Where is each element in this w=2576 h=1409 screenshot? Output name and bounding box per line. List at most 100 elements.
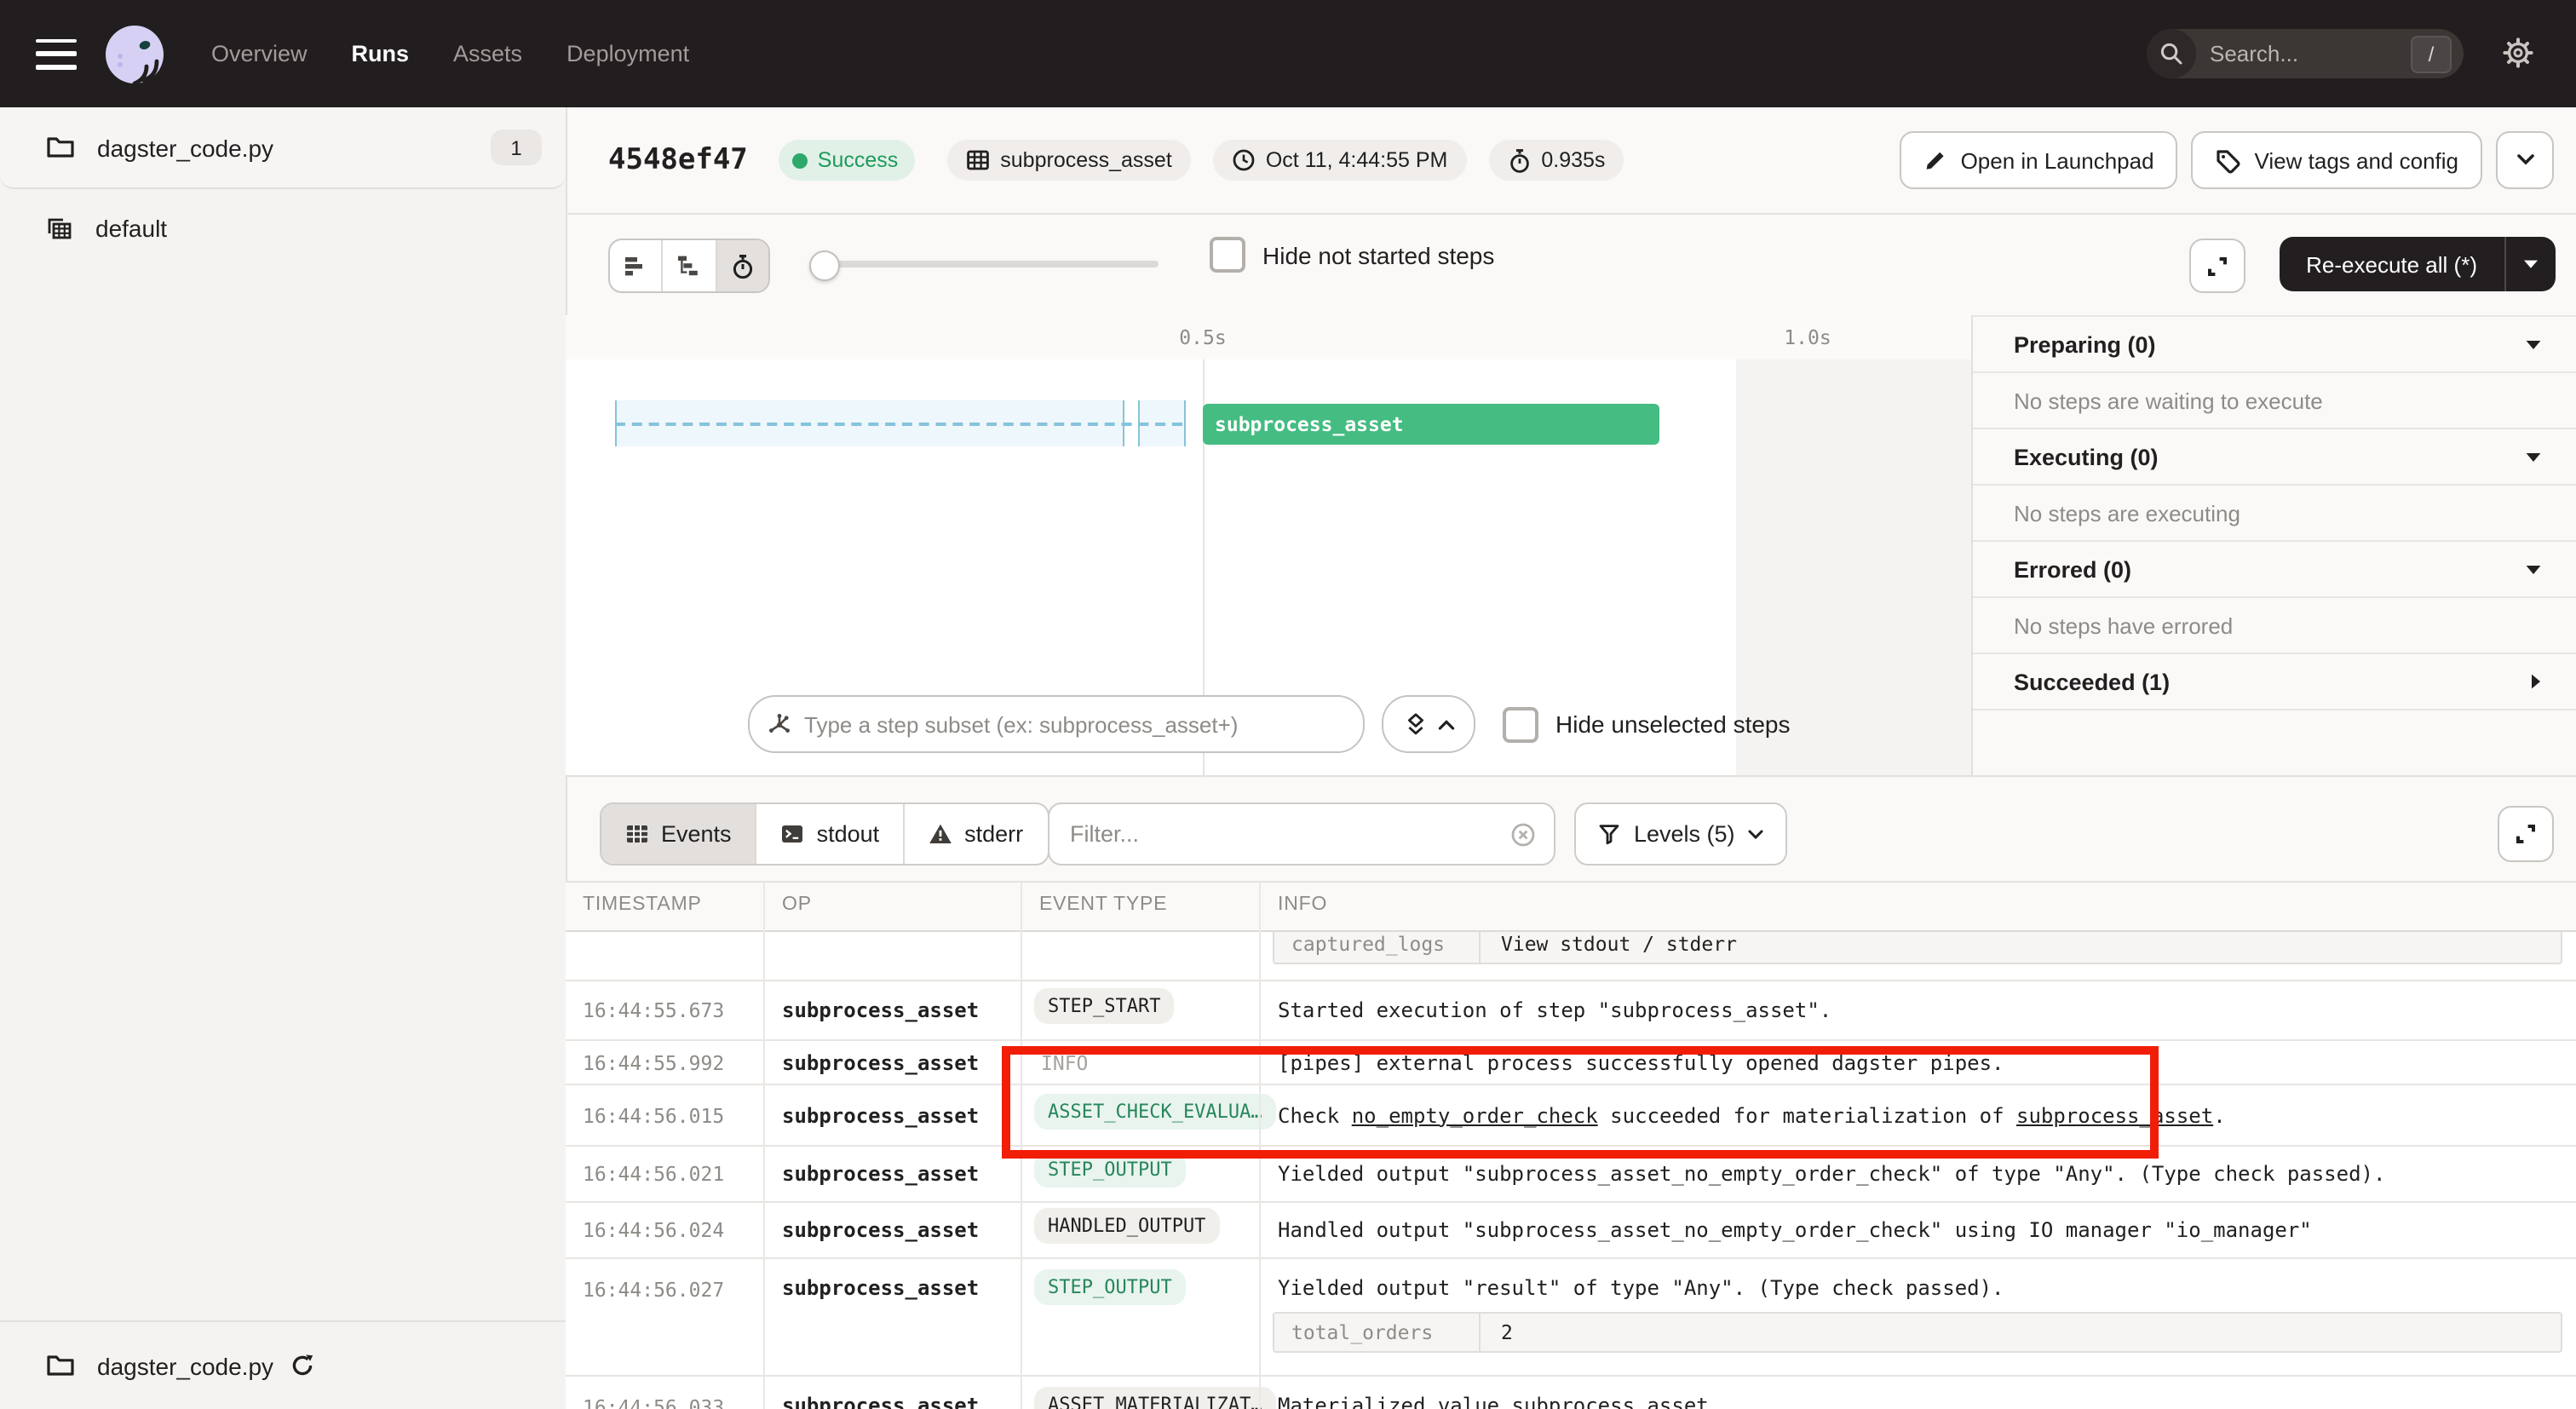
chevron-down-icon xyxy=(2516,153,2534,167)
log-op-name[interactable]: subprocess_asset xyxy=(782,1103,979,1127)
event-type-badge: STEP_START xyxy=(1034,988,1174,1024)
sidebar-item-code-location[interactable]: dagster_code.py 1 xyxy=(0,107,566,189)
log-op-name[interactable]: subprocess_asset xyxy=(782,1218,979,1242)
hamburger-menu-icon[interactable] xyxy=(36,38,77,69)
tick-0-5s: 0.5s xyxy=(1179,325,1226,349)
hide-not-started-checkbox[interactable] xyxy=(1210,237,1245,273)
nav-tab-runs[interactable]: Runs xyxy=(352,41,410,66)
code-location-name: dagster_code.py xyxy=(97,134,491,161)
log-op-name[interactable]: subprocess_asset xyxy=(782,1394,979,1409)
sidebar-footer-code-location: dagster_code.py xyxy=(0,1320,566,1409)
log-op-name[interactable]: subprocess_asset xyxy=(782,1162,979,1186)
log-row[interactable]: 16:44:56.021subprocess_assetSTEP_OUTPUTY… xyxy=(566,1147,2576,1203)
gantt-view-toggle xyxy=(608,239,770,293)
log-row[interactable]: 16:44:55.673subprocess_assetSTEP_STARTSt… xyxy=(566,981,2576,1041)
status-section-title: Preparing (0) xyxy=(2014,331,2525,357)
stopwatch-icon xyxy=(731,253,755,279)
run-tag-stopwatch[interactable]: 0.935s xyxy=(1488,140,1624,181)
metadata-value: 2 xyxy=(1481,1314,1533,1351)
clock-icon xyxy=(1232,148,1256,172)
gantt-chart[interactable]: subprocess_asset Hide unselected steps xyxy=(566,359,1971,777)
run-more-actions-button[interactable] xyxy=(2496,131,2554,189)
run-tag-label: 0.935s xyxy=(1541,148,1605,172)
step-subset-input[interactable] xyxy=(792,710,1363,739)
reexecute-dropdown-button[interactable] xyxy=(2506,259,2556,269)
col-op: OP xyxy=(782,894,812,915)
gantt-step-bar-label: subprocess_asset xyxy=(1203,412,1404,436)
event-log-header: TIMESTAMP OP EVENT TYPE INFO xyxy=(566,883,2576,932)
step-subset-row: Hide unselected steps xyxy=(566,695,1971,753)
log-event-type: STEP_OUTPUT xyxy=(1034,1269,1186,1314)
code-location-sidebar: dagster_code.py 1 default dagster_code.p… xyxy=(0,107,567,1409)
folder-icon xyxy=(46,1353,75,1378)
filter-clear-icon[interactable] xyxy=(1509,820,1537,848)
view-tags-config-button[interactable]: View tags and config xyxy=(2192,131,2482,189)
nav-tab-deployment[interactable]: Deployment xyxy=(566,41,689,66)
run-id[interactable]: 4548ef47 xyxy=(608,143,748,177)
open-in-launchpad-button[interactable]: Open in Launchpad xyxy=(1900,131,2178,189)
status-label: Success xyxy=(818,148,899,172)
top-nav: Overview Runs Assets Deployment / xyxy=(0,0,2576,107)
search-box[interactable]: / xyxy=(2147,29,2464,78)
caret-down-icon xyxy=(2525,563,2542,575)
info-text: Yielded output "subprocess_asset_no_empt… xyxy=(1278,1162,2385,1186)
column-divider xyxy=(1259,883,1261,1409)
log-row[interactable]: 16:44:56.027subprocess_assetSTEP_OUTPUTY… xyxy=(566,1259,2576,1377)
log-timestamp: 16:44:56.027 xyxy=(583,1278,724,1302)
info-text: Materialized value subprocess_asset. xyxy=(1278,1394,1721,1409)
view-waterfall-button[interactable] xyxy=(664,240,717,291)
info-link[interactable]: no_empty_order_check xyxy=(1352,1103,1598,1127)
stopwatch-icon xyxy=(1507,147,1531,173)
collapse-steps-button[interactable] xyxy=(1382,695,1475,753)
run-header: 4548ef47 Success subprocess_asset Oct 11,… xyxy=(566,107,2576,215)
nav-tab-overview[interactable]: Overview xyxy=(211,41,308,66)
view-timed-button[interactable] xyxy=(716,240,768,291)
info-link[interactable]: subprocess_asset xyxy=(2016,1103,2213,1127)
status-section-preparing[interactable]: Preparing (0) xyxy=(1973,317,2576,373)
log-fullscreen-button[interactable] xyxy=(2498,806,2554,862)
hide-unselected-checkbox[interactable] xyxy=(1503,706,1538,742)
log-row[interactable]: 16:44:56.024subprocess_assetHANDLED_OUTP… xyxy=(566,1203,2576,1259)
log-op-name[interactable]: subprocess_asset xyxy=(782,1050,979,1074)
gear-icon[interactable] xyxy=(2503,37,2533,68)
dagster-logo-icon[interactable] xyxy=(102,21,167,86)
log-op-name[interactable]: subprocess_asset xyxy=(782,998,979,1022)
gantt-toolbar: Hide not started steps Re-execute all (*… xyxy=(566,213,2576,315)
log-row[interactable]: captured_logsView stdout / stderr xyxy=(566,932,2576,981)
gantt-step-bar[interactable]: subprocess_asset xyxy=(1203,404,1659,445)
tag-icon xyxy=(2216,147,2241,173)
log-tab-events[interactable]: Events xyxy=(601,804,757,864)
status-section-errored[interactable]: Errored (0) xyxy=(1973,542,2576,598)
log-info: Started execution of step "subprocess_as… xyxy=(1278,998,2562,1022)
status-section-succeeded[interactable]: Succeeded (1) xyxy=(1973,654,2576,710)
log-tab-stdout[interactable]: stdout xyxy=(757,804,906,864)
levels-filter-button[interactable]: Levels (5) xyxy=(1574,802,1788,866)
nav-tab-assets[interactable]: Assets xyxy=(453,41,522,66)
event-type-badge: INFO xyxy=(1034,1050,1088,1074)
reexecute-all-button[interactable]: Re-execute all (*) xyxy=(2279,237,2556,291)
status-empty-row: No steps have errored xyxy=(1973,598,2576,654)
log-tab-stderr[interactable]: stderr xyxy=(905,804,1047,864)
status-section-executing[interactable]: Executing (0) xyxy=(1973,429,2576,486)
view-flat-button[interactable] xyxy=(610,240,664,291)
event-type-badge: STEP_OUTPUT xyxy=(1034,1269,1186,1305)
reload-icon[interactable] xyxy=(289,1353,314,1378)
gantt-fullscreen-button[interactable] xyxy=(2189,239,2245,293)
caret-right-icon xyxy=(2530,673,2542,690)
log-filter-input[interactable] xyxy=(1049,820,1509,848)
slider-handle[interactable] xyxy=(809,250,840,281)
log-row[interactable]: 16:44:56.033subprocess_assetASSET_MATERI… xyxy=(566,1377,2576,1409)
log-row[interactable]: 16:44:56.015subprocess_assetASSET_CHECK_… xyxy=(566,1085,2576,1147)
metadata-value-link[interactable]: View stdout / stderr xyxy=(1481,932,1757,963)
sidebar-item-default[interactable]: default xyxy=(0,189,566,267)
gantt-zoom-slider[interactable] xyxy=(813,261,1159,267)
pencil-icon xyxy=(1923,148,1947,172)
log-op-name[interactable]: subprocess_asset xyxy=(782,1276,979,1300)
search-input[interactable] xyxy=(2196,39,2411,68)
status-dot-icon xyxy=(792,152,808,168)
status-badge: Success xyxy=(779,140,916,181)
run-tag-grid[interactable]: subprocess_asset xyxy=(947,140,1191,181)
log-row[interactable]: 16:44:55.992subprocess_assetINFO[pipes] … xyxy=(566,1041,2576,1085)
run-tag-clock[interactable]: Oct 11, 4:44:55 PM xyxy=(1213,140,1467,181)
status-empty-text: No steps are waiting to execute xyxy=(2014,388,2542,413)
